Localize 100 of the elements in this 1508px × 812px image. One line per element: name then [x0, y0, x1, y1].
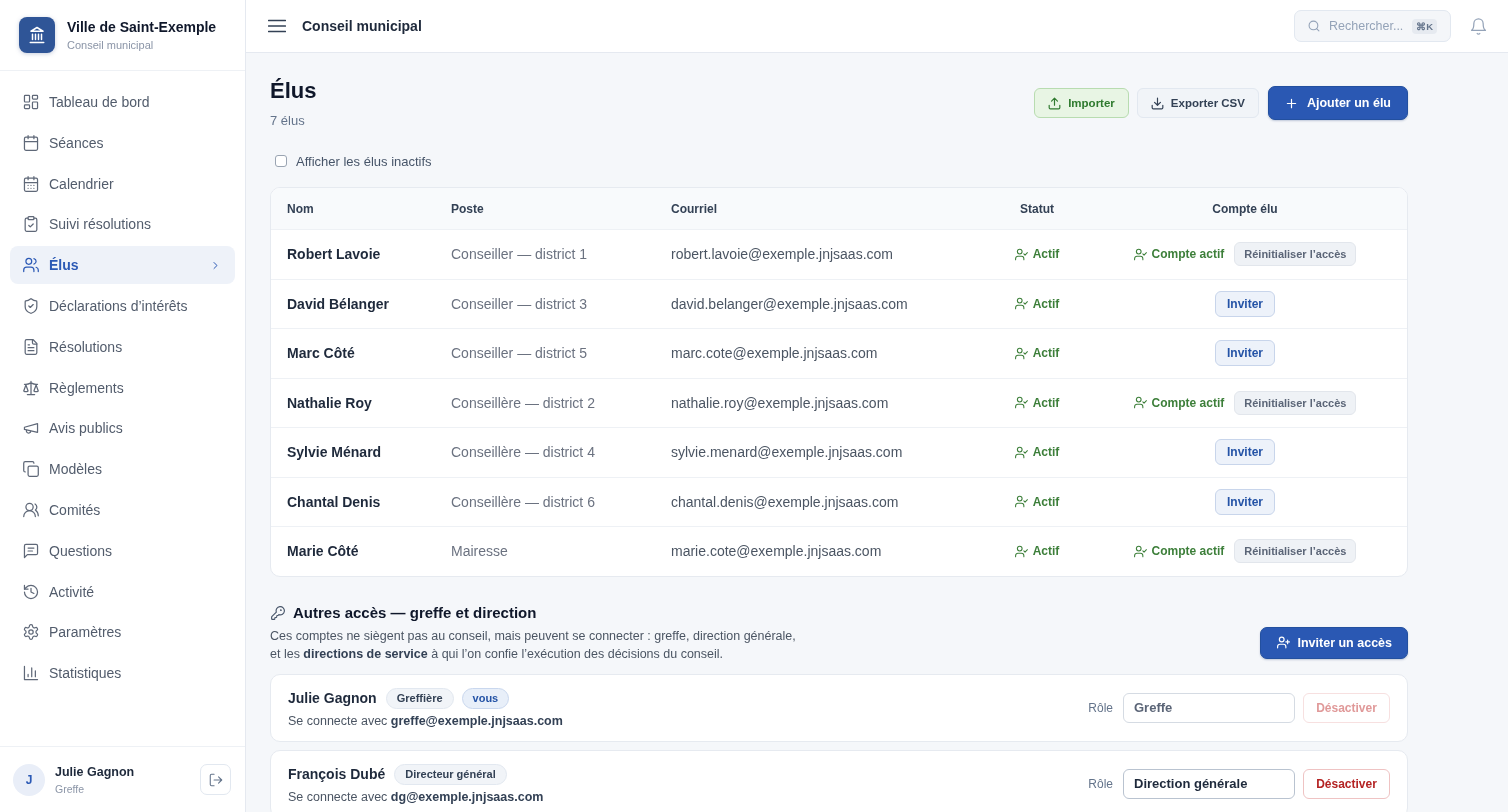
settings-icon	[23, 624, 39, 641]
sidebar-item[interactable]: Déclarations d’intérêts	[10, 287, 235, 325]
app-name: Ville de Saint-Exemple	[67, 18, 217, 36]
member-email: sylvie.menard@exemple.jnjsaas.com	[671, 444, 903, 461]
status-label: Actif	[1032, 247, 1060, 262]
login-info: Se connecte avec dg@exemple.jnjsaas.com	[288, 789, 544, 804]
scales-icon	[23, 379, 39, 396]
account-status: Compte actif	[1151, 544, 1225, 559]
document-icon	[23, 338, 39, 355]
member-count: 7 élus	[270, 113, 306, 129]
account-status: Compte actif	[1151, 247, 1225, 262]
bell-icon[interactable]	[1470, 17, 1487, 35]
member-position: Conseiller — district 1	[451, 246, 588, 263]
page-title: Élus	[270, 77, 317, 105]
sidebar-item[interactable]: Calendrier	[10, 164, 235, 203]
export-button[interactable]: Exporter CSV	[1136, 88, 1259, 118]
building-logo	[19, 17, 55, 53]
logout-button[interactable]	[200, 764, 231, 795]
user-check-icon	[1014, 396, 1028, 410]
calendar-icon	[23, 134, 39, 151]
member-email: robert.lavoie@exemple.jnjsaas.com	[671, 246, 893, 263]
invite-access-button[interactable]: Inviter un accès	[1259, 626, 1408, 659]
member-position: Mairesse	[451, 543, 508, 560]
add-member-button[interactable]: Ajouter un élu	[1267, 86, 1408, 120]
member-name: Marc Côté	[287, 345, 355, 362]
clipboard-check-icon	[23, 216, 39, 233]
member-position: Conseillère — district 4	[451, 444, 595, 461]
status-label: Actif	[1032, 296, 1060, 311]
self-tag: vous	[461, 687, 510, 709]
status-label: Actif	[1032, 395, 1060, 410]
member-email: marie.cote@exemple.jnjsaas.com	[671, 543, 882, 560]
account-name: Julie Gagnon	[288, 690, 377, 706]
member-position: Conseiller — district 3	[451, 295, 588, 312]
column-header: Compte élu	[1212, 201, 1278, 216]
message-icon	[23, 542, 39, 559]
user-check-icon	[1133, 396, 1147, 410]
users-icon	[23, 501, 39, 518]
invite-button[interactable]: Inviter	[1215, 488, 1275, 515]
history-icon	[23, 583, 39, 600]
dashboard-grid-icon	[23, 94, 39, 110]
user-check-icon	[1014, 495, 1028, 509]
role-tag: Directeur général	[394, 763, 507, 785]
bar-chart-icon	[23, 665, 39, 682]
sidebar-item[interactable]: Règlements	[10, 368, 235, 407]
user-check-icon	[1014, 247, 1028, 261]
invite-button[interactable]: Inviter	[1215, 290, 1275, 317]
app-subtitle: Conseil municipal	[67, 38, 155, 52]
search-icon	[1308, 20, 1320, 32]
sidebar-item[interactable]: Élus	[10, 246, 235, 285]
plus-icon	[1284, 96, 1298, 110]
user-check-icon	[1133, 544, 1147, 558]
key-icon	[271, 605, 285, 620]
user-check-icon	[1014, 445, 1028, 459]
login-info: Se connecte avec greffe@exemple.jnjsaas.com	[288, 713, 563, 728]
status-label: Actif	[1032, 494, 1060, 509]
section-title: Autres accès — greffe et direction	[293, 602, 537, 623]
column-header: Statut	[1020, 201, 1054, 216]
menu-icon[interactable]	[268, 19, 286, 33]
import-button[interactable]: Importer	[1034, 88, 1129, 118]
role-field[interactable]: Direction générale	[1123, 768, 1295, 799]
reset-access-button[interactable]: Réinitialiser l’accès	[1234, 390, 1357, 415]
shield-check-icon	[23, 298, 39, 314]
invite-button[interactable]: Inviter	[1215, 439, 1275, 466]
deactivate-button[interactable]: Désactiver	[1303, 768, 1390, 799]
sidebar-item[interactable]: Avis publics	[10, 409, 235, 448]
status-label: Actif	[1032, 346, 1060, 361]
sidebar-item[interactable]: Comités	[10, 490, 235, 529]
sidebar-item[interactable]: Modèles	[10, 450, 235, 489]
column-header: Courriel	[671, 201, 717, 216]
reset-access-button[interactable]: Réinitialiser l’accès	[1234, 242, 1357, 267]
member-position: Conseillère — district 6	[451, 493, 595, 510]
calendar-icon	[23, 175, 39, 192]
sidebar-item[interactable]: Séances	[10, 123, 235, 162]
upload-icon	[1048, 96, 1062, 110]
sidebar-item[interactable]: Activité	[10, 572, 235, 611]
checkbox-label: Afficher les élus inactifs	[296, 153, 432, 169]
shortcut-key: ⌘K	[1412, 19, 1437, 34]
account-status: Compte actif	[1151, 395, 1225, 410]
role-label: Rôle	[1088, 776, 1113, 791]
sidebar-item[interactable]: Questions	[10, 531, 235, 570]
sidebar-item[interactable]: Statistiques	[10, 654, 235, 693]
section-description: Ces comptes ne siègent pas au conseil, mais peuvent se connecter : greffe, direction générale, et les directions de service à qui l’on confie l’exécution des décisions du conseil.	[270, 627, 797, 663]
megaphone-icon	[23, 420, 39, 437]
sidebar-item[interactable]: Suivi résolutions	[10, 205, 235, 244]
sidebar-item[interactable]: Paramètres	[10, 613, 235, 652]
role-label: Rôle	[1088, 700, 1113, 715]
member-name: Robert Lavoie	[287, 246, 381, 263]
member-name: Marie Côté	[287, 543, 359, 560]
reset-access-button[interactable]: Réinitialiser l’accès	[1234, 539, 1357, 564]
column-header: Nom	[287, 201, 314, 216]
member-name: Chantal Denis	[287, 493, 381, 510]
sidebar-item[interactable]: Résolutions	[10, 327, 235, 366]
user-role: Greffe	[55, 781, 85, 796]
member-email: nathalie.roy@exemple.jnjsaas.com	[671, 394, 889, 411]
sidebar-item[interactable]: Tableau de bord	[10, 83, 235, 121]
invite-button[interactable]: Inviter	[1215, 340, 1275, 367]
users-icon	[23, 257, 39, 274]
member-position: Conseillère — district 2	[451, 394, 595, 411]
status-label: Actif	[1032, 445, 1060, 460]
chevron-right-icon	[210, 259, 221, 271]
